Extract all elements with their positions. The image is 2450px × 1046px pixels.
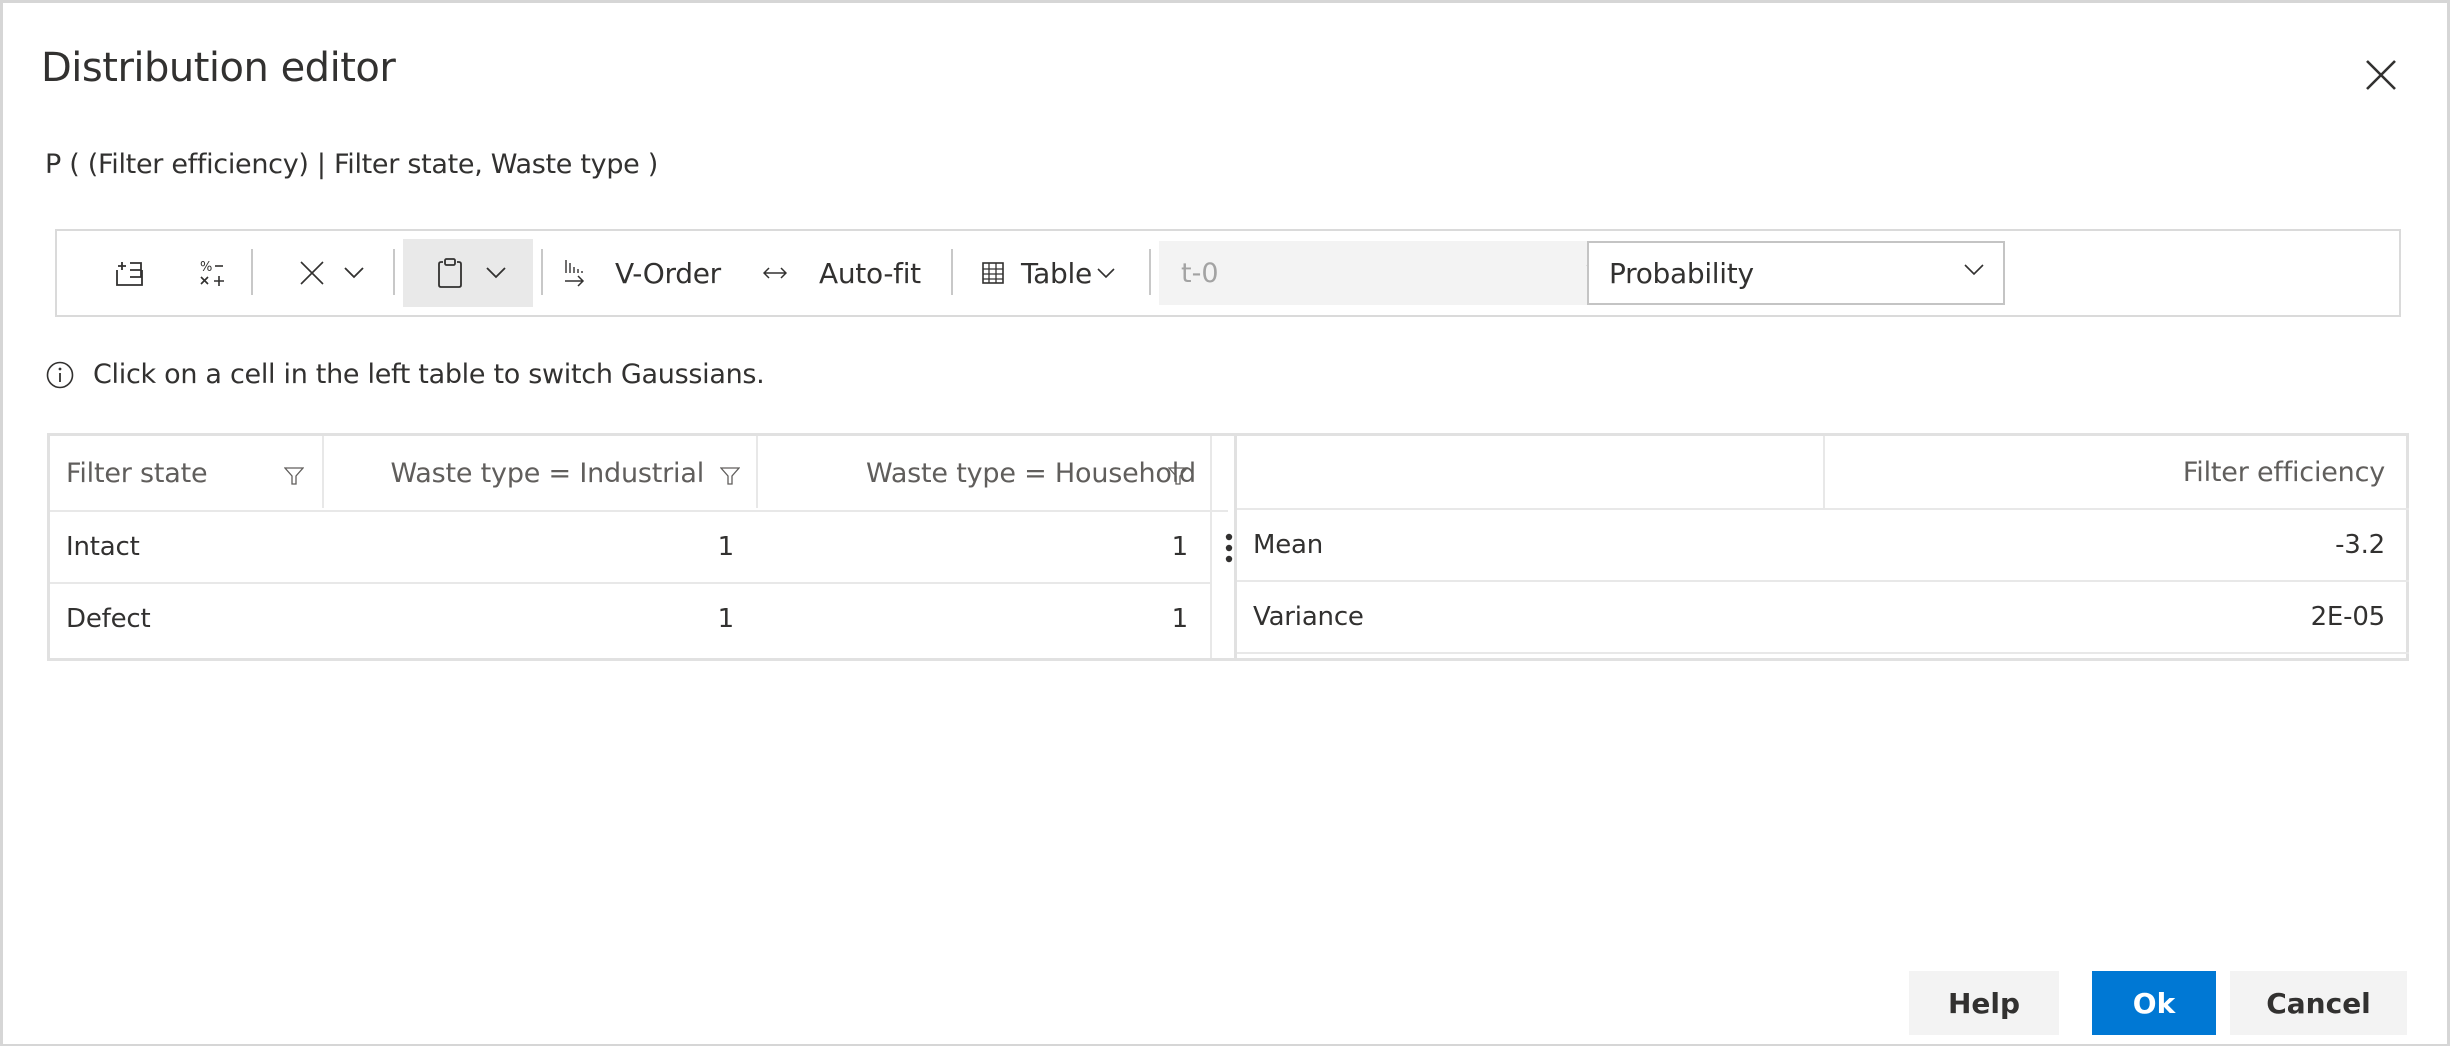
toolbar-separator — [393, 249, 395, 295]
table-grid-icon — [982, 262, 1004, 284]
mode-dropdown[interactable]: Probability — [1587, 241, 2005, 305]
parameter-label: Mean — [1253, 530, 1324, 560]
toolbar-separator — [251, 249, 253, 295]
left-right-arrow-icon — [763, 267, 787, 279]
distribution-grid: Filter state Waste type = Industrial Was… — [47, 433, 2409, 661]
distribution-formula: P ( (Filter efficiency) | Filter state, … — [45, 149, 658, 180]
column-header-household[interactable]: Waste type = Household — [756, 436, 1196, 510]
chevron-down-icon — [1964, 264, 1984, 276]
sort-order-icon — [565, 260, 585, 287]
math-operations-button[interactable]: % — [181, 231, 245, 315]
clipboard-icon — [438, 258, 462, 288]
paste-dropdown-button[interactable] — [403, 239, 533, 307]
view-mode-dropdown[interactable]: Table — [981, 231, 1131, 315]
info-text: Click on a cell in the left table to swi… — [93, 359, 765, 390]
chevron-down-icon — [1097, 268, 1115, 279]
value-cell[interactable]: 1 — [756, 512, 1189, 582]
time-slice-value: t-0 — [1181, 257, 1219, 289]
add-row-button[interactable] — [97, 231, 161, 315]
column-header-filter-state[interactable]: Filter state — [66, 436, 208, 510]
toolbar: % V-Order Auto-fit Table t-0 Probability — [55, 229, 2401, 317]
column-header-parameter — [1237, 436, 1823, 508]
parameter-label: Variance — [1253, 602, 1364, 632]
value-cell[interactable]: 1 — [756, 584, 1189, 654]
time-slice-dropdown: t-0 — [1159, 241, 1625, 305]
close-button[interactable] — [2365, 59, 2397, 91]
row-divider — [1237, 652, 2409, 654]
close-icon — [2366, 60, 2396, 90]
view-mode-label: Table — [1021, 256, 1092, 290]
parameter-value-cell[interactable]: 2E-05 — [1825, 582, 2386, 652]
parameters-table: Filter efficiency Mean -3.2 Variance 2E-… — [1234, 436, 2409, 658]
value-cell[interactable]: 1 — [322, 512, 735, 582]
distribution-editor-dialog: Distribution editor P ( (Filter efficien… — [0, 0, 2450, 1046]
toolbar-separator — [951, 249, 953, 295]
auto-fit-label: Auto-fit — [819, 256, 921, 290]
mode-value: Probability — [1609, 256, 1754, 290]
ok-button[interactable]: Ok — [2092, 971, 2216, 1035]
auto-fit-button[interactable]: Auto-fit — [763, 231, 933, 315]
v-order-label: V-Order — [615, 256, 721, 290]
chevron-down-icon — [344, 267, 364, 279]
info-message: Click on a cell in the left table to swi… — [45, 359, 765, 390]
filter-icon[interactable] — [720, 466, 740, 486]
cancel-button[interactable]: Cancel — [2230, 971, 2407, 1035]
math-operators-icon: % — [200, 260, 224, 286]
column-header-filter-efficiency: Filter efficiency — [2182, 456, 2385, 488]
toolbar-separator — [541, 249, 543, 295]
row-label-cell[interactable]: Defect — [66, 584, 151, 654]
filter-icon[interactable] — [1168, 466, 1188, 486]
row-label-cell[interactable]: Intact — [66, 512, 140, 582]
info-icon — [46, 361, 74, 388]
column-header-industrial[interactable]: Waste type = Industrial — [322, 436, 705, 510]
filter-icon[interactable] — [284, 466, 304, 486]
help-button[interactable]: Help — [1909, 971, 2059, 1035]
clear-x-icon — [300, 261, 324, 285]
parameter-value-cell[interactable]: -3.2 — [1825, 510, 2385, 580]
v-order-button[interactable]: V-Order — [563, 231, 733, 315]
value-cell[interactable]: 1 — [322, 584, 735, 654]
conditions-table: Filter state Waste type = Industrial Was… — [50, 436, 1228, 658]
dialog-title: Distribution editor — [41, 45, 396, 91]
toolbar-separator — [1149, 249, 1151, 295]
chevron-down-icon — [486, 267, 506, 279]
add-row-icon — [116, 262, 143, 286]
column-divider — [1210, 436, 1212, 658]
svg-text:%: % — [200, 260, 212, 275]
clear-dropdown-button[interactable] — [283, 231, 403, 315]
